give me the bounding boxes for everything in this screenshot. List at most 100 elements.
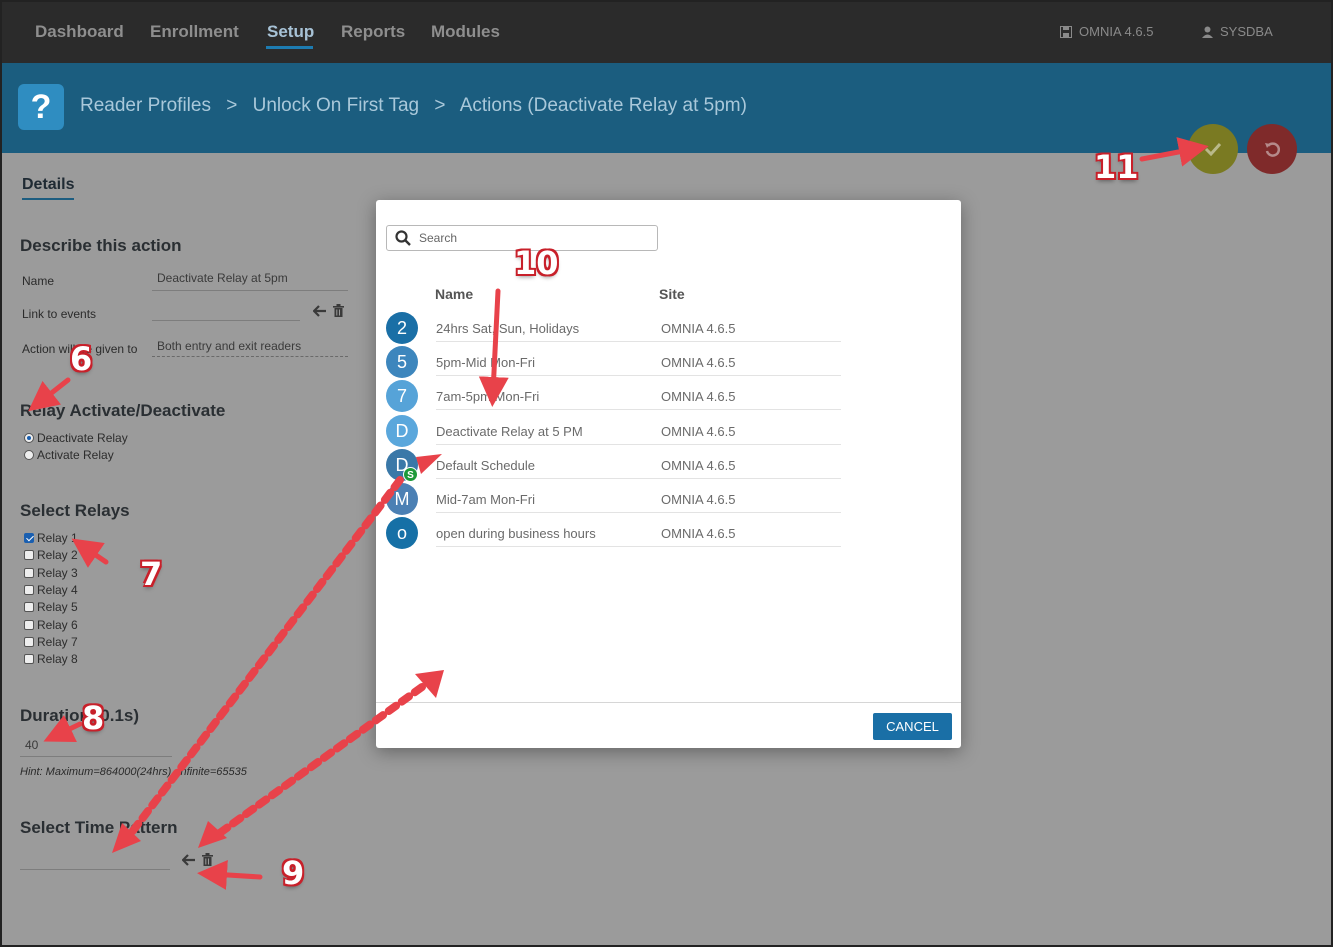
breadcrumb: Reader Profiles > Unlock On First Tag > … — [80, 95, 757, 117]
checkbox[interactable] — [24, 568, 34, 578]
name-label: Name — [22, 274, 55, 288]
cancel-button[interactable]: CANCEL — [873, 713, 952, 740]
checkbox-relay-6[interactable]: Relay 6 — [24, 618, 78, 632]
checkbox[interactable] — [24, 602, 34, 612]
action-given-select[interactable]: Both entry and exit readers — [157, 339, 301, 353]
annotation-number-9: 9 — [282, 854, 305, 892]
time-pattern-title: Select Time Pattern — [20, 818, 178, 837]
avatar: 2 — [386, 312, 418, 344]
radio-deactivate-relay[interactable]: Deactivate Relay — [24, 431, 128, 445]
radio-activate-relay[interactable]: Activate Relay — [24, 448, 114, 462]
checkbox[interactable] — [24, 637, 34, 647]
checkbox-relay-4[interactable]: Relay 4 — [24, 583, 78, 597]
avatar: o — [386, 517, 418, 549]
checkbox[interactable] — [24, 550, 34, 560]
list-item-name: 5pm-Mid Mon-Fri — [436, 355, 535, 370]
nav-enrollment[interactable]: Enrollment — [150, 22, 239, 42]
annotation-number-6: 6 — [70, 340, 93, 378]
action-given-underline — [152, 356, 348, 357]
save-button[interactable] — [1188, 124, 1238, 174]
user-menu[interactable]: SYSDBA — [1202, 24, 1273, 39]
nav-setup[interactable]: Setup — [267, 22, 314, 42]
checkbox-relay-8[interactable]: Relay 8 — [24, 652, 78, 666]
top-nav: Dashboard Enrollment Setup Reports Modul… — [2, 2, 1331, 63]
list-item-site: OMNIA 4.6.5 — [661, 389, 736, 404]
checkbox[interactable] — [24, 654, 34, 664]
column-header-name[interactable]: Name — [435, 286, 473, 302]
list-item[interactable]: 5 5pm-Mid Mon-Fri OMNIA 4.6.5 — [386, 344, 841, 378]
name-field-underline — [152, 290, 348, 291]
undo-button[interactable] — [1247, 124, 1297, 174]
link-events-field[interactable] — [152, 320, 300, 321]
checkbox[interactable] — [24, 585, 34, 595]
annotation-number-7: 7 — [140, 555, 163, 593]
row-divider — [436, 444, 841, 445]
list-item[interactable]: o open during business hours OMNIA 4.6.5 — [386, 515, 841, 549]
annotation-arrowhead — [198, 821, 227, 848]
row-divider — [436, 409, 841, 410]
nav-dashboard[interactable]: Dashboard — [35, 22, 124, 42]
search-input[interactable] — [419, 231, 639, 245]
list-item-site: OMNIA 4.6.5 — [661, 458, 736, 473]
arrow-left-icon[interactable] — [182, 853, 196, 866]
nav-reports[interactable]: Reports — [341, 22, 405, 42]
duration-underline — [20, 756, 172, 757]
name-field[interactable]: Deactivate Relay at 5pm — [157, 271, 288, 285]
checkbox-relay-2[interactable]: Relay 2 — [24, 548, 78, 562]
radio-label: Activate Relay — [37, 448, 114, 462]
select-relays-title: Select Relays — [20, 501, 130, 520]
radio-label: Deactivate Relay — [37, 431, 128, 445]
time-pattern-picker-dialog: Name Site 2 24hrs Sat, Sun, Holidays OMN… — [376, 200, 961, 748]
list-item[interactable]: M Mid-7am Mon-Fri OMNIA 4.6.5 — [386, 481, 841, 515]
trash-icon[interactable] — [333, 304, 344, 317]
time-pattern-field[interactable] — [20, 869, 170, 870]
checkbox-relay-1[interactable]: Relay 1 — [24, 531, 78, 545]
breadcrumb-unlock-on-first-tag[interactable]: Unlock On First Tag — [253, 95, 419, 116]
checkbox-label: Relay 5 — [37, 600, 78, 614]
user-label: SYSDBA — [1220, 24, 1273, 39]
list-item-site: OMNIA 4.6.5 — [661, 355, 736, 370]
relay-mode-title: Relay Activate/Deactivate — [20, 401, 226, 420]
checkbox-label: Relay 6 — [37, 618, 78, 632]
dialog-footer-divider — [376, 702, 961, 703]
avatar: D — [386, 415, 418, 447]
check-icon — [1204, 142, 1222, 156]
row-divider — [436, 478, 841, 479]
breadcrumb-reader-profiles[interactable]: Reader Profiles — [80, 95, 211, 116]
arrow-left-icon[interactable] — [313, 304, 327, 317]
checkbox[interactable] — [24, 620, 34, 630]
nav-modules[interactable]: Modules — [431, 22, 500, 42]
list-item-name: 7am-5pm Mon-Fri — [436, 389, 540, 404]
row-divider — [436, 546, 841, 547]
row-divider — [436, 512, 841, 513]
annotation-arrow-7 — [71, 538, 109, 568]
checkbox-relay-5[interactable]: Relay 5 — [24, 600, 78, 614]
radio-button[interactable] — [24, 450, 34, 460]
link-events-label: Link to events — [22, 307, 97, 321]
checkbox-relay-7[interactable]: Relay 7 — [24, 635, 78, 649]
help-icon[interactable]: ? — [18, 84, 64, 130]
checkbox[interactable] — [24, 533, 34, 543]
link-events-actions — [313, 304, 344, 317]
shared-badge: S — [403, 467, 418, 482]
tab-details[interactable]: Details — [22, 176, 75, 200]
time-pattern-actions — [182, 853, 213, 866]
describe-section-title: Describe this action — [20, 236, 182, 255]
avatar: M — [386, 483, 418, 515]
duration-field[interactable]: 40 — [25, 738, 38, 752]
duration-hint: Hint: Maximum=864000(24hrs), Infinite=65… — [20, 766, 247, 778]
column-header-site[interactable]: Site — [659, 286, 685, 302]
list-item[interactable]: D Deactivate Relay at 5 PM OMNIA 4.6.5 — [386, 413, 841, 447]
breadcrumb-separator: > — [226, 95, 238, 116]
list-item-name: open during business hours — [436, 526, 596, 541]
list-item[interactable]: 2 24hrs Sat, Sun, Holidays OMNIA 4.6.5 — [386, 310, 841, 344]
trash-icon[interactable] — [202, 853, 213, 866]
annotation-number-10: 10 — [514, 244, 559, 282]
checkbox-relay-3[interactable]: Relay 3 — [24, 566, 78, 580]
list-item-site: OMNIA 4.6.5 — [661, 526, 736, 541]
app-window: Dashboard Enrollment Setup Reports Modul… — [0, 0, 1333, 947]
radio-button[interactable] — [24, 433, 34, 443]
breadcrumb-current-action: Actions (Deactivate Relay at 5pm) — [459, 95, 747, 116]
list-item[interactable]: D S Default Schedule OMNIA 4.6.5 — [386, 447, 841, 482]
list-item[interactable]: 7 7am-5pm Mon-Fri OMNIA 4.6.5 — [386, 378, 841, 412]
